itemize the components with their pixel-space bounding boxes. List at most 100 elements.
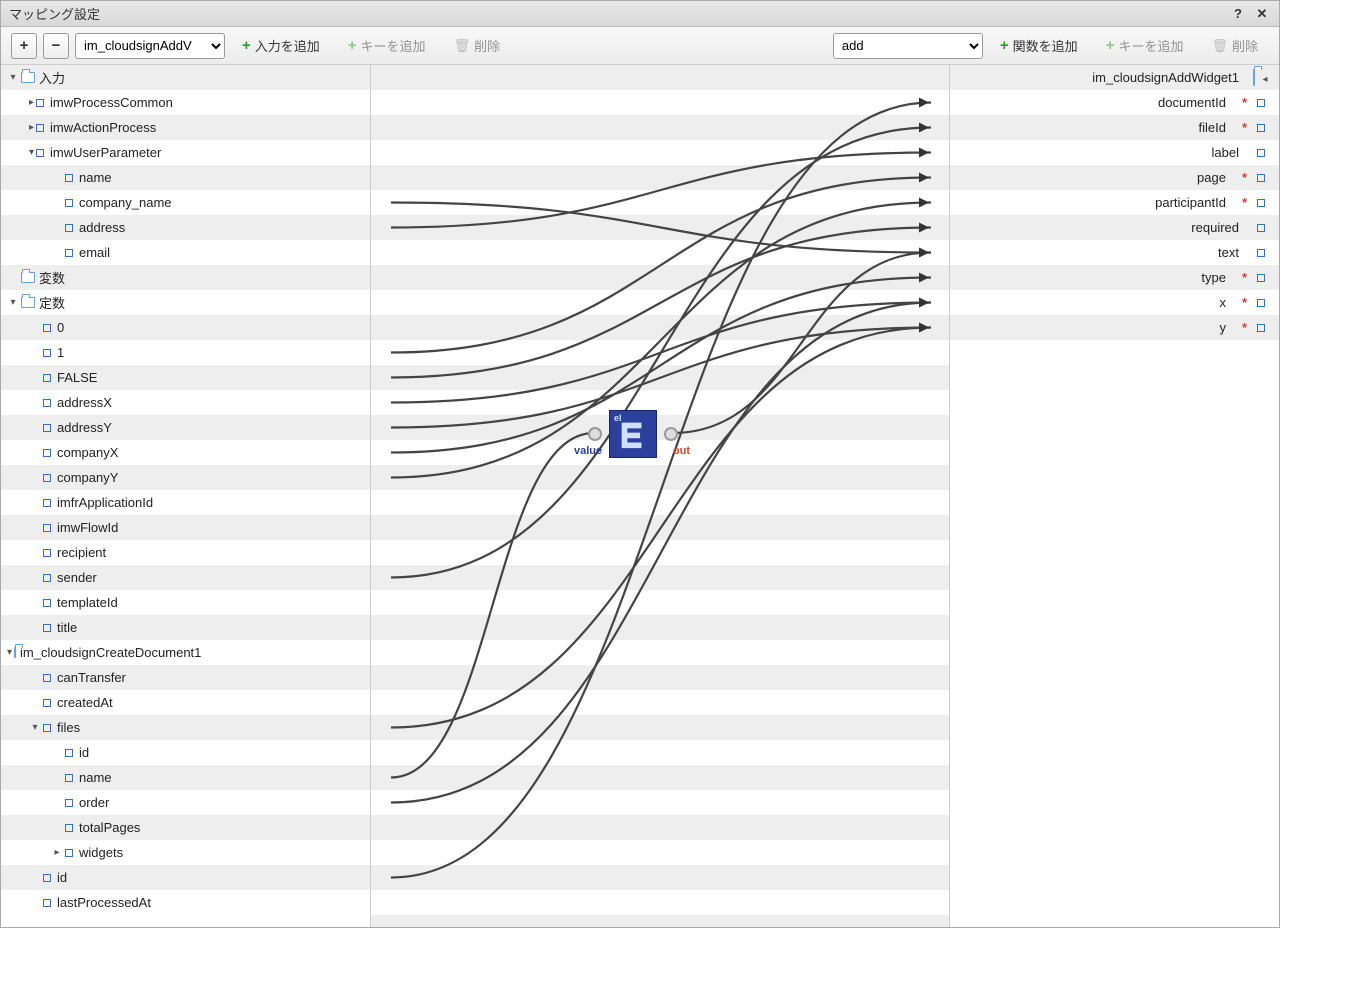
- tree-row[interactable]: id: [1, 740, 370, 765]
- tree-row[interactable]: fileId*: [950, 115, 1279, 140]
- tree-row[interactable]: imfrApplicationId: [1, 490, 370, 515]
- tree-label: im_cloudsignCreateDocument1: [20, 645, 201, 660]
- required-marker: *: [1242, 295, 1247, 310]
- target-tree-panel[interactable]: im_cloudsignAddWidget1◂documentId*fileId…: [949, 65, 1279, 927]
- function-in-port[interactable]: [588, 427, 602, 441]
- plus-icon: +: [242, 37, 251, 54]
- tree-row[interactable]: 0: [1, 315, 370, 340]
- tree-row[interactable]: name: [1, 165, 370, 190]
- tree-label: title: [57, 620, 77, 635]
- tree-row[interactable]: FALSE: [1, 365, 370, 390]
- field-icon: [43, 549, 51, 557]
- tree-row[interactable]: im_cloudsignAddWidget1◂: [950, 65, 1279, 90]
- tree-row[interactable]: canTransfer: [1, 665, 370, 690]
- source-tree-panel[interactable]: ▾入力▸imwProcessCommon▸imwActionProcess▾im…: [1, 65, 371, 927]
- tree-row[interactable]: 1: [1, 340, 370, 365]
- expand-toggle-icon[interactable]: ▾: [29, 722, 41, 733]
- plus-icon: +: [1000, 37, 1009, 54]
- tree-row[interactable]: createdAt: [1, 690, 370, 715]
- tree-row[interactable]: label: [950, 140, 1279, 165]
- add-panel-button[interactable]: +: [11, 33, 37, 59]
- expand-toggle-icon[interactable]: ▾: [29, 147, 34, 158]
- right-function-select[interactable]: add: [833, 33, 983, 59]
- tree-label: 0: [57, 320, 64, 335]
- tree-label: y: [1219, 320, 1226, 335]
- tree-row[interactable]: companyX: [1, 440, 370, 465]
- expand-toggle-icon[interactable]: ▾: [7, 647, 12, 658]
- expand-toggle-icon[interactable]: ▾: [7, 72, 19, 83]
- expand-toggle-icon[interactable]: ▸: [29, 97, 34, 108]
- field-icon: [1257, 149, 1265, 157]
- field-icon: [1257, 324, 1265, 332]
- tree-label: recipient: [57, 545, 106, 560]
- field-icon: [43, 624, 51, 632]
- expand-toggle-icon[interactable]: ▸: [51, 847, 63, 858]
- field-icon: [65, 849, 73, 857]
- field-icon: [43, 899, 51, 907]
- tree-label: createdAt: [57, 695, 113, 710]
- field-icon: [43, 474, 51, 482]
- field-icon: [65, 174, 73, 182]
- tree-row[interactable]: page*: [950, 165, 1279, 190]
- function-out-port[interactable]: [664, 427, 678, 441]
- tree-label: required: [1191, 220, 1239, 235]
- tree-label: name: [79, 770, 112, 785]
- tree-label: type: [1201, 270, 1226, 285]
- tree-row[interactable]: ▾files: [1, 715, 370, 740]
- tree-row[interactable]: id: [1, 865, 370, 890]
- tree-row[interactable]: y*: [950, 315, 1279, 340]
- add-function-button[interactable]: +関数を追加: [989, 33, 1089, 59]
- close-icon[interactable]: ✕: [1253, 5, 1271, 23]
- tree-row[interactable]: ▸widgets: [1, 840, 370, 865]
- expand-toggle-icon[interactable]: ▾: [7, 297, 19, 308]
- field-icon: [36, 124, 44, 132]
- required-marker: *: [1242, 270, 1247, 285]
- field-icon: [1257, 174, 1265, 182]
- delete-left-button[interactable]: 🗑削除: [443, 33, 512, 59]
- help-icon[interactable]: ?: [1229, 5, 1247, 23]
- field-icon: [43, 424, 51, 432]
- add-key-right-button[interactable]: +キーを追加: [1095, 33, 1195, 59]
- tree-row[interactable]: lastProcessedAt: [1, 890, 370, 915]
- tree-label: sender: [57, 570, 97, 585]
- folder-icon: [21, 72, 35, 83]
- field-icon: [1257, 224, 1265, 232]
- remove-panel-button[interactable]: −: [43, 33, 69, 59]
- tree-row[interactable]: order: [1, 790, 370, 815]
- tree-row[interactable]: ▾imwUserParameter: [1, 140, 370, 165]
- add-input-button[interactable]: +入力を追加: [231, 33, 331, 59]
- function-node[interactable]: el value out: [609, 410, 657, 458]
- window-title: マッピング設定: [9, 4, 1223, 23]
- field-icon: [65, 749, 73, 757]
- tree-row[interactable]: addressX: [1, 390, 370, 415]
- function-out-label: out: [673, 445, 690, 457]
- expand-toggle-icon[interactable]: ◂: [1259, 74, 1271, 85]
- tree-row[interactable]: name: [1, 765, 370, 790]
- tree-row[interactable]: companyY: [1, 465, 370, 490]
- tree-row[interactable]: text: [950, 240, 1279, 265]
- mapping-canvas[interactable]: el value out: [371, 65, 949, 927]
- delete-right-button[interactable]: 🗑削除: [1200, 33, 1269, 59]
- field-icon: [43, 399, 51, 407]
- tree-label: addressX: [57, 395, 112, 410]
- add-key-left-button[interactable]: +キーを追加: [337, 33, 437, 59]
- tree-row[interactable]: documentId*: [950, 90, 1279, 115]
- tree-row[interactable]: x*: [950, 290, 1279, 315]
- tree-row[interactable]: addressY: [1, 415, 370, 440]
- tree-row[interactable]: totalPages: [1, 815, 370, 840]
- tree-label: x: [1219, 295, 1226, 310]
- expand-toggle-icon[interactable]: ▸: [29, 122, 34, 133]
- trash-icon: 🗑: [454, 38, 471, 54]
- tree-row[interactable]: ▾ 定数: [1, 290, 370, 315]
- tree-row[interactable]: type *: [950, 265, 1279, 290]
- tree-row[interactable]: participantId*: [950, 190, 1279, 215]
- required-marker: *: [1242, 320, 1247, 335]
- tree-label: imfrApplicationId: [57, 495, 153, 510]
- tree-label: 定数: [39, 293, 65, 312]
- tree-row[interactable]: ▾ im_cloudsignCreateDocument1: [1, 640, 370, 665]
- tree-row[interactable]: recipient: [1, 540, 370, 565]
- left-entity-select[interactable]: im_cloudsignAddV: [75, 33, 225, 59]
- field-icon: [43, 674, 51, 682]
- tree-row[interactable]: required: [950, 215, 1279, 240]
- tree-row[interactable]: imwFlowId: [1, 515, 370, 540]
